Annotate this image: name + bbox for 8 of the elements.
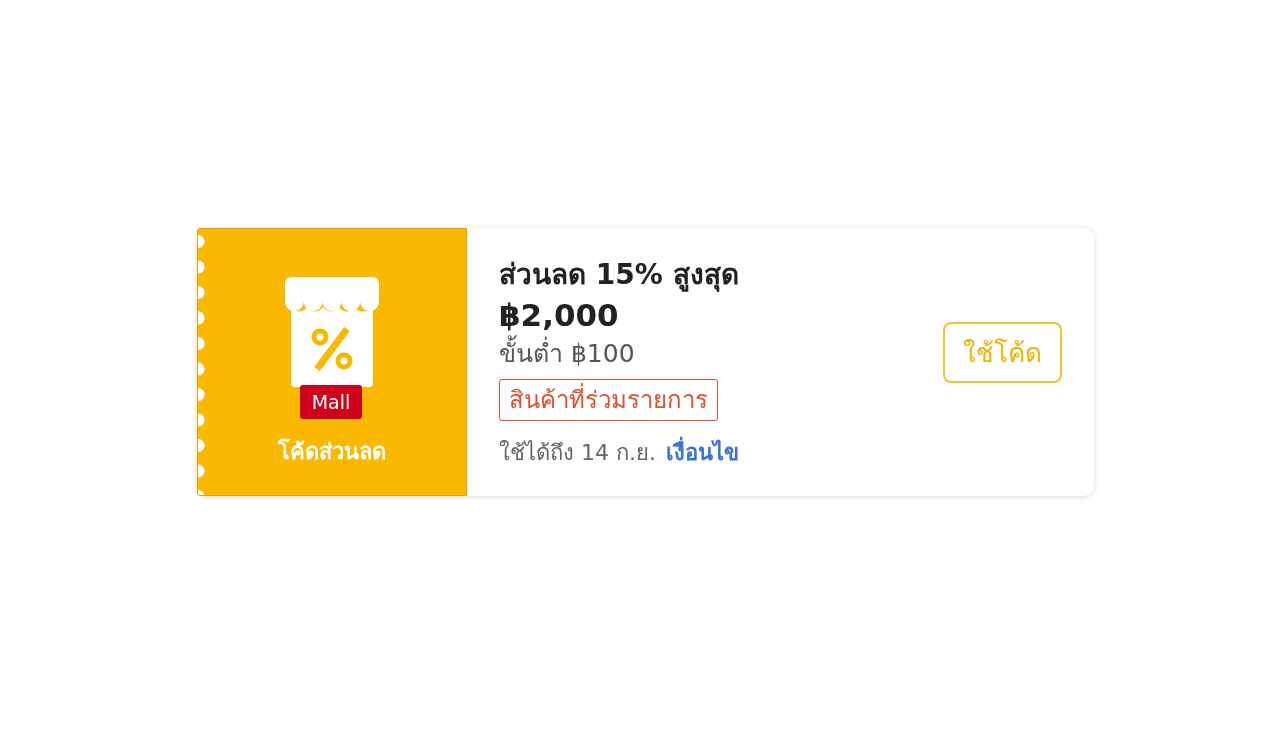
eligible-products-tag: สินค้าที่ร่วมรายการ xyxy=(499,378,718,421)
terms-link[interactable]: เงื่อนไข xyxy=(665,434,739,470)
max-discount: ฿2,000 xyxy=(499,295,620,335)
mall-badge: Mall xyxy=(300,385,362,419)
minimum-spend: ขั้นต่ำ ฿100 xyxy=(499,334,739,373)
validity-text: ใช้ได้ถึง 14 ก.ย. xyxy=(499,438,656,467)
coupon-type-label: โค้ดส่วนลด xyxy=(278,437,386,466)
discount-title: ส่วนลด 15% สูงสุด xyxy=(499,256,739,294)
